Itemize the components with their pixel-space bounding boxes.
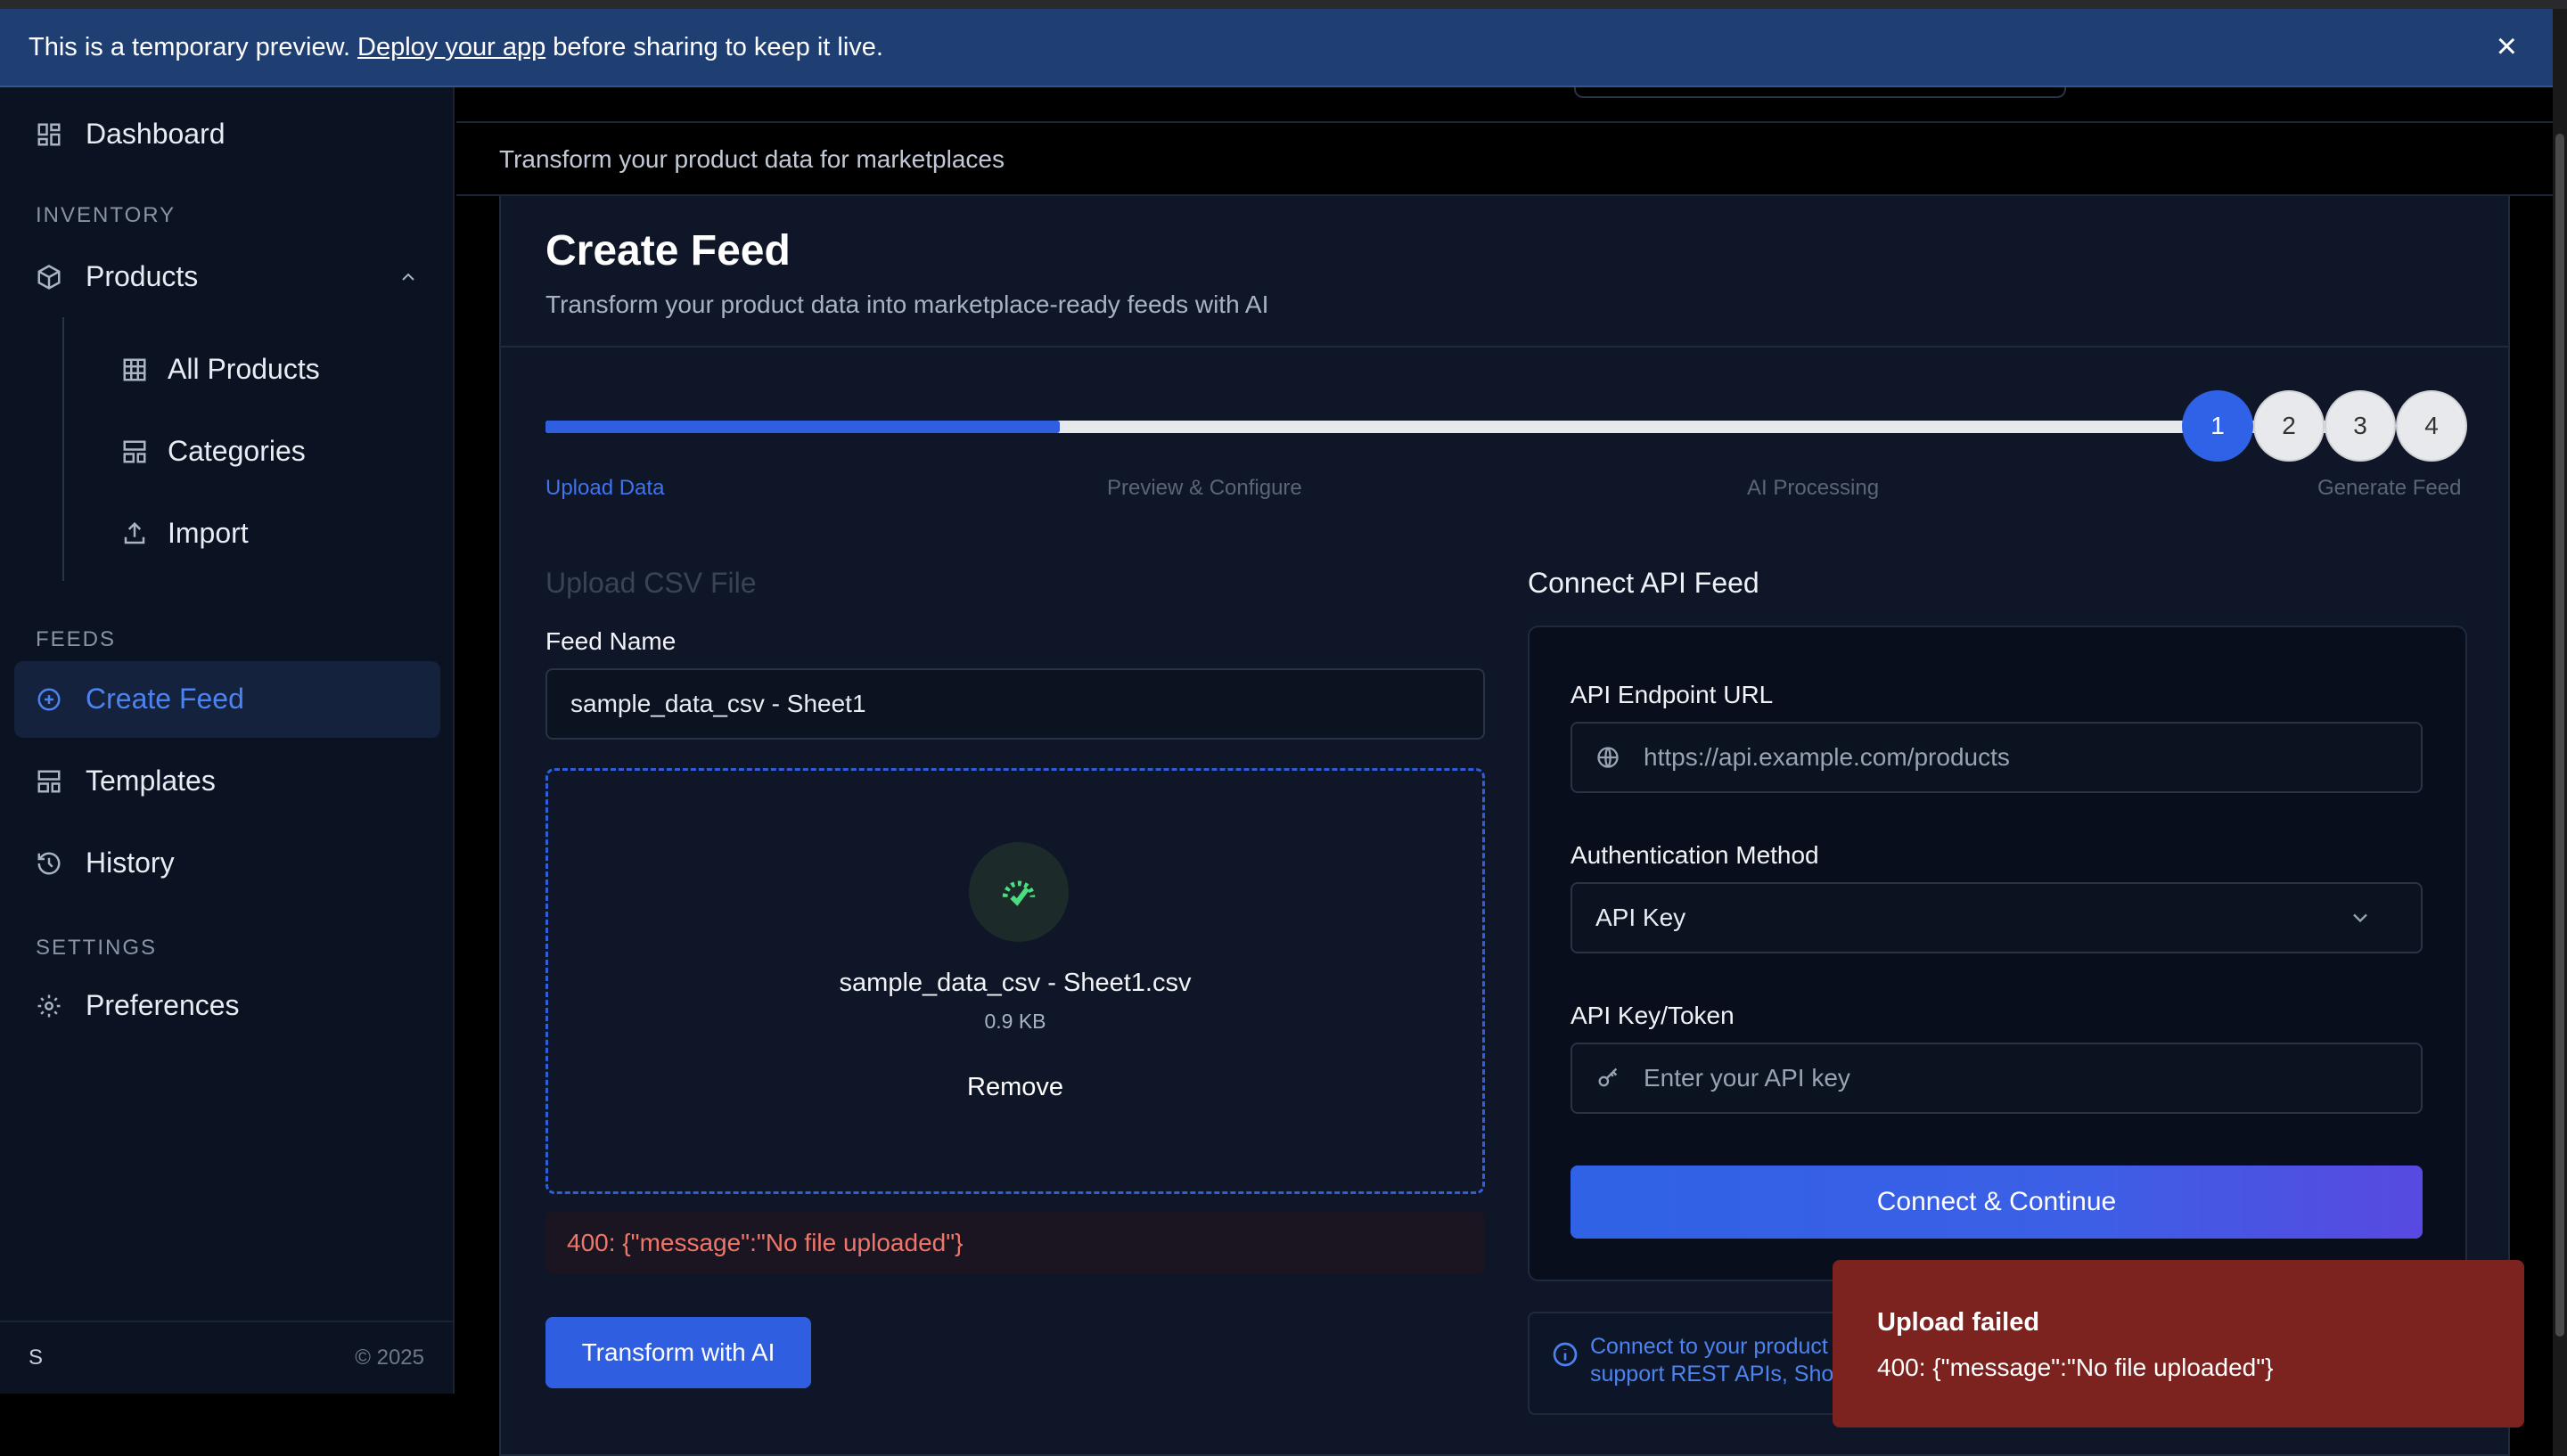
connect-api-heading: Connect API Feed <box>1528 567 1759 599</box>
auth-method-label: Authentication Method <box>1571 841 1819 869</box>
endpoint-placeholder: https://api.example.com/products <box>1644 743 2010 771</box>
section-label-inventory: INVENTORY <box>36 203 176 227</box>
upload-error-message: 400: {"message":"No file uploaded"} <box>545 1212 1485 1274</box>
api-key-label: API Key/Token <box>1571 1002 1735 1029</box>
top-header <box>456 87 2553 123</box>
page-subtitle: Transform your product data for marketpl… <box>499 145 1005 173</box>
sidebar-footer: S © 2025 <box>0 1321 453 1394</box>
banner-text-before: This is a temporary preview. <box>29 32 351 61</box>
step-label-generate: Generate Feed <box>2317 476 2462 500</box>
endpoint-url-input[interactable]: https://api.example.com/products <box>1571 722 2423 793</box>
chevron-down-icon <box>2353 913 2367 923</box>
page-title: Create Feed <box>545 227 791 274</box>
key-icon <box>1598 1067 1618 1087</box>
step-2[interactable]: 2 <box>2253 390 2325 462</box>
step-label-ai: AI Processing <box>1747 476 1880 500</box>
sidebar-item-preferences[interactable]: Preferences <box>36 989 240 1022</box>
plus-circle-icon <box>37 688 61 710</box>
info-line-1: Connect to your product <box>1590 1334 1828 1359</box>
copyright-text: © 2025 <box>355 1346 424 1370</box>
page-description: Transform your product data into marketp… <box>545 290 1269 318</box>
step-1[interactable]: 1 <box>2182 390 2253 462</box>
transform-with-ai-button[interactable]: Transform with AI <box>545 1317 811 1388</box>
toast-message: 400: {"message":"No file uploaded"} <box>1877 1354 2274 1381</box>
sidebar-item-categories[interactable]: Categories <box>121 435 306 468</box>
sidebar-item-label: History <box>86 847 175 879</box>
history-icon <box>37 852 61 874</box>
info-line-2: support REST APIs, Shop <box>1590 1362 1847 1386</box>
remove-file-button[interactable]: Remove <box>962 1065 1069 1109</box>
info-icon <box>1553 1342 1578 1367</box>
banner-text-after: before sharing to keep it live. <box>553 32 883 61</box>
table-icon <box>123 358 146 380</box>
sidebar-item-label: Import <box>168 517 249 549</box>
auth-method-value: API Key <box>1595 904 1686 931</box>
section-label-settings: SETTINGS <box>36 936 158 960</box>
file-dropzone[interactable]: sample_data_csv - Sheet1.csv 0.9 KB Remo… <box>545 768 1485 1194</box>
uploaded-file-size: 0.9 KB <box>984 1010 1046 1033</box>
auth-method-select[interactable]: API Key <box>1571 882 2423 953</box>
connect-continue-button[interactable]: Connect & Continue <box>1571 1166 2423 1239</box>
card-divider <box>501 346 2508 348</box>
subtree-line <box>62 317 64 581</box>
globe-icon <box>1597 747 1619 768</box>
sidebar-item-label: Create Feed <box>86 683 244 715</box>
file-status-icon <box>969 842 1069 942</box>
chevron-up-icon <box>402 273 414 281</box>
preview-banner: This is a temporary preview. Deploy your… <box>0 9 2553 87</box>
upload-icon <box>124 521 145 544</box>
sidebar-item-templates[interactable]: Templates <box>36 765 216 798</box>
endpoint-label: API Endpoint URL <box>1571 681 1774 708</box>
sidebar-item-label: Templates <box>86 765 216 797</box>
step-3[interactable]: 3 <box>2325 390 2396 462</box>
user-avatar[interactable]: S <box>29 1346 43 1370</box>
sidebar-item-dashboard[interactable]: Dashboard <box>36 118 226 151</box>
scrollbar-thumb[interactable] <box>2555 134 2564 1337</box>
page-scrollbar[interactable] <box>2553 9 2567 1456</box>
api-key-input[interactable]: Enter your API key <box>1571 1043 2423 1114</box>
step-label-upload: Upload Data <box>545 476 665 500</box>
layout-icon <box>123 440 146 462</box>
gauge-check-icon <box>1002 880 1036 906</box>
gear-icon <box>37 994 61 1017</box>
sidebar-item-history[interactable]: History <box>36 847 175 879</box>
deploy-app-link[interactable]: Deploy your app <box>357 33 545 62</box>
step-label-preview: Preview & Configure <box>1107 476 1302 500</box>
section-label-feeds: FEEDS <box>36 627 117 651</box>
package-icon <box>37 264 61 290</box>
api-info-box: Connect to your product support REST API… <box>1528 1312 1866 1415</box>
progress-fill <box>545 421 1061 433</box>
sidebar-item-all-products[interactable]: All Products <box>121 353 320 386</box>
feed-name-input[interactable]: sample_data_csv - Sheet1 <box>545 668 1485 740</box>
step-4[interactable]: 4 <box>2396 390 2467 462</box>
sidebar-item-products[interactable]: Products <box>36 260 419 293</box>
uploaded-file-name: sample_data_csv - Sheet1.csv <box>839 969 1192 997</box>
sidebar-item-label: Dashboard <box>86 118 226 150</box>
sidebar-item-label: Categories <box>168 435 306 467</box>
progress-track <box>545 421 2364 433</box>
error-toast[interactable]: Upload failed 400: {"message":"No file u… <box>1833 1260 2524 1427</box>
api-key-placeholder: Enter your API key <box>1644 1064 1850 1092</box>
upload-csv-heading: Upload CSV File <box>545 567 757 599</box>
dashboard-icon <box>37 123 61 145</box>
window-top-strip <box>0 0 2567 9</box>
sidebar-item-label: All Products <box>168 353 320 385</box>
search-input[interactable] <box>1574 87 2066 98</box>
close-banner-icon[interactable]: × <box>2497 29 2517 64</box>
sidebar-item-label: Products <box>86 260 199 292</box>
sidebar-item-create-feed[interactable]: Create Feed <box>36 683 244 716</box>
sidebar: Dashboard INVENTORY Products All Product… <box>0 87 455 1394</box>
template-icon <box>37 770 61 792</box>
bottom-gap <box>0 1394 499 1456</box>
sidebar-item-import[interactable]: Import <box>121 517 249 550</box>
page-subtitle-bar: Transform your product data for marketpl… <box>456 125 2553 196</box>
feed-name-value: sample_data_csv - Sheet1 <box>570 690 866 717</box>
sidebar-item-label: Preferences <box>86 989 240 1021</box>
toast-title: Upload failed <box>1877 1308 2040 1337</box>
feed-name-label: Feed Name <box>545 627 677 655</box>
